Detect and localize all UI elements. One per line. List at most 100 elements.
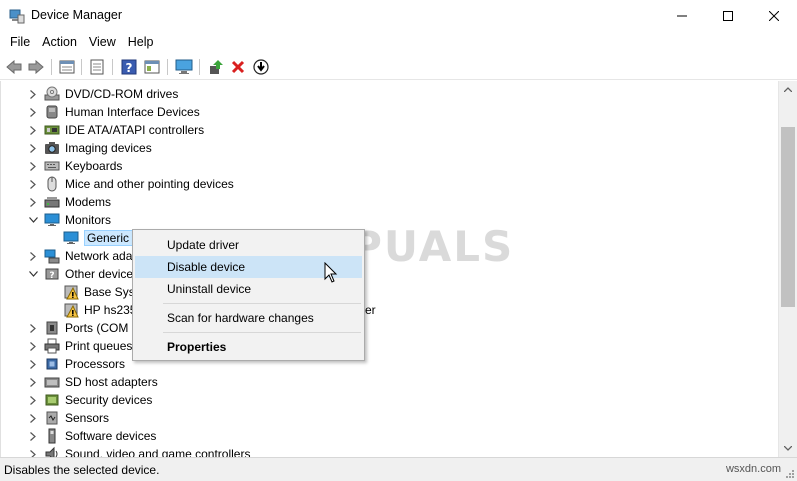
update-driver-button[interactable]	[206, 57, 226, 77]
resize-grip-icon[interactable]	[783, 467, 795, 479]
menu-view[interactable]: View	[84, 32, 121, 52]
tree-category[interactable]: Imaging devices	[1, 139, 778, 157]
context-item-scan-hardware[interactable]: Scan for hardware changes	[135, 307, 362, 329]
security-icon	[44, 392, 60, 408]
tree-category[interactable]: Ports (COM	[1, 319, 778, 337]
properties-button[interactable]	[57, 57, 77, 77]
chevron-right-icon[interactable]	[27, 247, 39, 265]
chevron-right-icon[interactable]	[27, 193, 39, 211]
close-button[interactable]	[751, 0, 797, 31]
tree-device[interactable]: Base Syst	[1, 283, 778, 301]
update-driver-icon	[210, 60, 223, 74]
toolbar: ?	[0, 54, 797, 80]
chevron-right-icon[interactable]	[27, 121, 39, 139]
other-devices-icon: ?	[44, 266, 60, 282]
tree-category[interactable]: Software devices	[1, 427, 778, 445]
uninstall-button[interactable]	[228, 57, 248, 77]
scan-hardware-button[interactable]	[174, 57, 194, 77]
modem-icon	[44, 194, 60, 210]
menu-help[interactable]: Help	[123, 32, 159, 52]
properties-icon	[59, 60, 75, 74]
chevron-right-icon[interactable]	[27, 319, 39, 337]
mouse-icon	[44, 176, 60, 192]
context-item-update-driver[interactable]: Update driver	[135, 234, 362, 256]
tree-category[interactable]: Keyboards	[1, 157, 778, 175]
tree-item-label: Print queues	[65, 339, 133, 353]
list-button[interactable]	[87, 57, 107, 77]
printer-icon	[44, 338, 60, 354]
chevron-right-icon[interactable]	[27, 445, 39, 457]
chevron-down-icon[interactable]	[27, 211, 39, 229]
tree-item-label: Mice and other pointing devices	[65, 177, 234, 191]
context-menu: Update driver Disable device Uninstall d…	[132, 229, 365, 361]
tree-item-label: Ports (COM	[65, 321, 129, 335]
tree-category[interactable]: Human Interface Devices	[1, 103, 778, 121]
tree-category[interactable]: Mice and other pointing devices	[1, 175, 778, 193]
tree-category[interactable]: Sound, video and game controllers	[1, 445, 778, 457]
tree-category[interactable]: DVD/CD-ROM drives	[1, 85, 778, 103]
chevron-right-icon[interactable]	[27, 175, 39, 193]
status-text: Disables the selected device.	[4, 463, 160, 477]
tree-item-label: Sound, video and game controllers	[65, 447, 251, 457]
context-separator	[163, 303, 361, 304]
tree-item-label: Security devices	[65, 393, 153, 407]
keyboard-icon	[44, 158, 60, 174]
download-button[interactable]	[251, 57, 271, 77]
chevron-right-icon[interactable]	[27, 157, 39, 175]
forward-button[interactable]	[26, 57, 46, 77]
minimize-button[interactable]	[659, 0, 705, 31]
view-icon	[144, 60, 160, 74]
chevron-right-icon[interactable]	[27, 427, 39, 445]
tree-device[interactable]: HP hs235 er	[1, 301, 778, 319]
back-button[interactable]	[4, 57, 24, 77]
chevron-right-icon[interactable]	[27, 85, 39, 103]
back-arrow-icon	[6, 60, 22, 74]
tree-item-label: Imaging devices	[65, 141, 152, 155]
tree-item-label: Monitors	[65, 213, 112, 227]
download-icon	[253, 59, 269, 75]
context-item-properties[interactable]: Properties	[135, 336, 362, 358]
scroll-thumb[interactable]	[781, 127, 795, 307]
tree-item-label: Keyboards	[65, 159, 123, 173]
close-icon	[769, 10, 779, 21]
scroll-up-button[interactable]	[779, 81, 797, 98]
tree-category[interactable]: Processors	[1, 355, 778, 373]
tree-item-label: Base Syst	[84, 285, 139, 299]
menu-action[interactable]: Action	[37, 32, 82, 52]
port-icon	[44, 320, 60, 336]
tree-category[interactable]: Modems	[1, 193, 778, 211]
monitor-icon	[63, 230, 79, 246]
tree-category[interactable]: SD host adapters	[1, 373, 778, 391]
chevron-right-icon[interactable]	[27, 409, 39, 427]
tree-item-label: Modems	[65, 195, 112, 209]
help-button[interactable]: ?	[119, 57, 139, 77]
title-bar: Device Manager	[0, 0, 797, 31]
chevron-down-icon[interactable]	[27, 265, 39, 283]
site-watermark: wsxdn.com	[725, 463, 781, 475]
scroll-down-button[interactable]	[779, 440, 797, 457]
toolbar-separator	[112, 59, 113, 75]
menu-bar: File Action View Help	[0, 31, 797, 53]
chevron-right-icon[interactable]	[27, 391, 39, 409]
tree-item-label: HP hs235	[84, 303, 137, 317]
chevron-right-icon[interactable]	[27, 139, 39, 157]
chevron-right-icon[interactable]	[27, 337, 39, 355]
svg-text:?: ?	[126, 61, 133, 75]
chevron-right-icon[interactable]	[27, 373, 39, 391]
menu-file[interactable]: File	[5, 32, 35, 52]
chevron-right-icon[interactable]	[27, 355, 39, 373]
maximize-icon	[723, 10, 733, 21]
monitor-icon	[44, 212, 60, 228]
tree-category[interactable]: Print queues	[1, 337, 778, 355]
mouse-cursor-icon	[324, 262, 338, 283]
toolbar-separator	[167, 59, 168, 75]
tree-category[interactable]: IDE ATA/ATAPI controllers	[1, 121, 778, 139]
chevron-right-icon[interactable]	[27, 103, 39, 121]
view-button[interactable]	[142, 57, 162, 77]
tree-item-label: Software devices	[65, 429, 157, 443]
tree-category[interactable]: Sensors	[1, 409, 778, 427]
maximize-button[interactable]	[705, 0, 751, 31]
help-icon: ?	[121, 59, 137, 75]
vertical-scrollbar[interactable]	[778, 81, 797, 457]
tree-category[interactable]: Security devices	[1, 391, 778, 409]
